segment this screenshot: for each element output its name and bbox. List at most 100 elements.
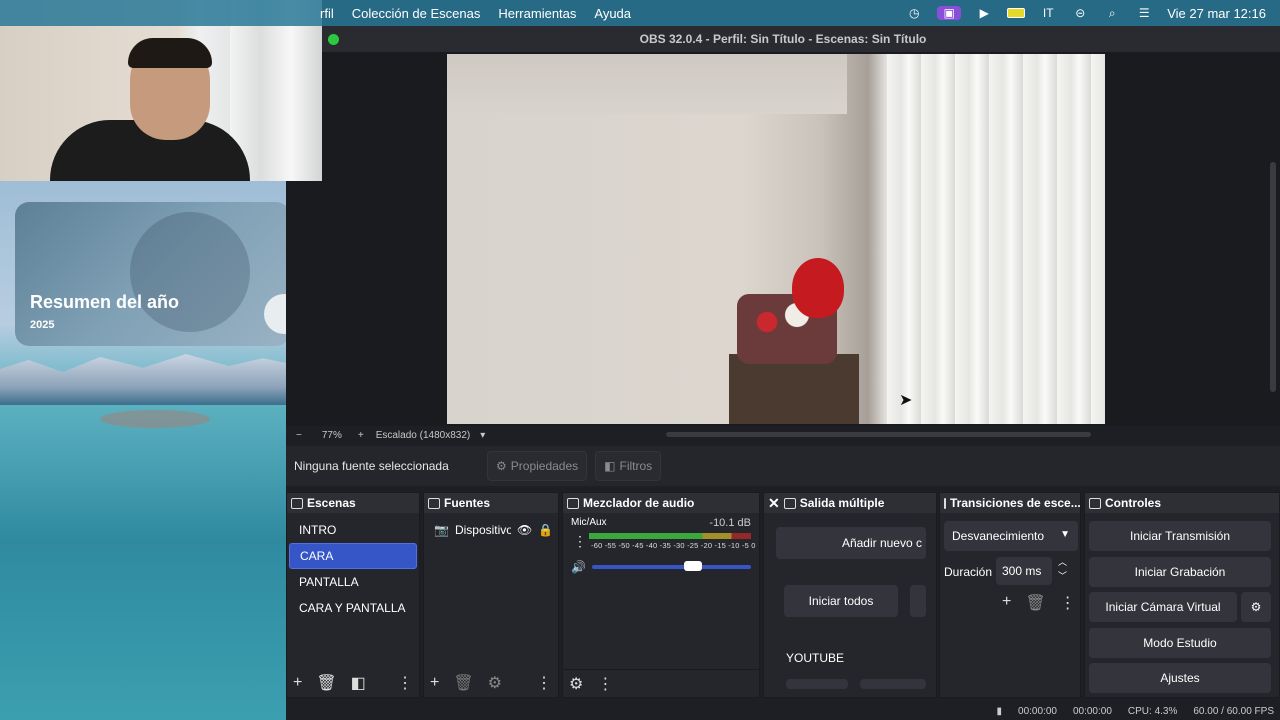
scale-dropdown-icon[interactable]: ▾ — [480, 430, 485, 441]
screen-record-icon[interactable]: ▣ — [937, 6, 962, 20]
add-output-button[interactable]: Añadir nuevo c — [776, 527, 926, 559]
transition-select[interactable]: Desvanecimiento ▼ — [944, 521, 1078, 551]
control-center-icon[interactable]: ☰ — [1135, 6, 1153, 20]
stop-all-button[interactable] — [910, 585, 926, 617]
dock-float-icon[interactable] — [944, 497, 946, 509]
preview-wall — [447, 54, 847, 114]
preview-area[interactable]: ➤ — [286, 52, 1280, 426]
start-virtual-camera-button[interactable]: Iniciar Cámara Virtual — [1089, 592, 1237, 622]
more-options-icon[interactable]: ⋮ — [536, 673, 552, 693]
source-toolbar: Ninguna fuente seleccionada ⚙ Propiedades… — [286, 446, 1280, 486]
scale-label: Escalado (1480x832) — [375, 429, 471, 441]
add-scene-icon[interactable]: + — [293, 674, 302, 692]
multi-output-dock-header[interactable]: ✕ Salida múltiple — [764, 493, 936, 513]
start-all-button[interactable]: Iniciar todos — [784, 585, 898, 617]
settings-button[interactable]: Ajustes — [1089, 663, 1271, 693]
trash-icon[interactable]: 🗑 — [1025, 593, 1045, 613]
duration-label: Duración — [944, 565, 993, 579]
meter-ticks: -60 -55 -50 -45 -40 -35 -30 -25 -20 -15 … — [591, 541, 756, 550]
scene-item-intro[interactable]: INTRO — [289, 517, 417, 543]
studio-mode-button[interactable]: Modo Estudio — [1089, 628, 1271, 658]
duration-input[interactable]: 300 ms — [996, 557, 1052, 585]
mixer-title: Mezclador de audio — [583, 496, 695, 510]
eye-icon[interactable]: 👁 — [517, 523, 532, 537]
preview-shelf — [729, 354, 859, 424]
duration-stepper[interactable]: ︿ ﹀ — [1058, 555, 1067, 583]
scene-item-cara[interactable]: CARA — [289, 543, 417, 569]
sources-dock: Fuentes 📷 Dispositivo 👁 🔒 + 🗑 ⚙ ⋮ — [423, 492, 559, 698]
dock-float-icon[interactable] — [783, 497, 796, 509]
more-options-icon[interactable]: ⋮ — [1060, 593, 1076, 613]
transitions-dock-header[interactable]: Transiciones de esce... — [940, 493, 1080, 513]
menubar-clock[interactable]: Vie 27 mar 12:16 — [1167, 6, 1266, 21]
start-recording-button[interactable]: Iniciar Grabación — [1089, 557, 1271, 587]
window-zoom-button[interactable] — [328, 34, 339, 45]
lock-icon[interactable]: 🔒 — [538, 523, 553, 537]
timer-icon[interactable]: ◷ — [905, 6, 923, 20]
scene-item-cara-y-pantalla[interactable]: CARA Y PANTALLA — [289, 595, 417, 621]
mixer-dock-header[interactable]: Mezclador de audio — [563, 493, 759, 513]
webcam-person-hair — [128, 38, 212, 68]
gear-icon[interactable]: ⚙ — [488, 673, 502, 693]
output-start-button[interactable] — [786, 679, 848, 689]
source-item[interactable]: 📷 Dispositivo 👁 🔒 — [424, 517, 558, 543]
scene-filters-icon[interactable]: ◧ — [351, 673, 366, 693]
link-icon[interactable]: ⊝ — [1071, 6, 1089, 20]
close-icon[interactable]: ✕ — [768, 495, 780, 512]
dock-float-icon[interactable] — [428, 497, 440, 509]
program-preview[interactable]: ➤ — [447, 54, 1105, 424]
controls-title: Controles — [1105, 496, 1162, 510]
scenes-dock-header[interactable]: Escenas — [287, 493, 419, 513]
speaker-icon[interactable]: 🔊 — [571, 560, 586, 574]
gear-icon: ⚙ — [496, 459, 507, 473]
zoom-level: 77% — [321, 429, 342, 441]
volume-slider[interactable] — [591, 561, 751, 571]
rocks-wallpaper — [100, 410, 210, 428]
virtual-camera-settings-button[interactable]: ⚙ — [1241, 592, 1271, 622]
filters-label: Filtros — [619, 459, 653, 473]
search-icon[interactable]: ⌕ — [1103, 6, 1121, 20]
sources-title: Fuentes — [444, 496, 491, 510]
filters-button[interactable]: ◧ Filtros — [595, 451, 662, 481]
card-title: Resumen del año — [30, 292, 180, 312]
play-icon[interactable]: ▶ — [975, 6, 993, 20]
dock-float-icon[interactable] — [1089, 497, 1101, 509]
input-source-icon[interactable]: IT — [1039, 6, 1057, 20]
output-stop-button[interactable] — [860, 679, 926, 689]
properties-button[interactable]: ⚙ Propiedades — [487, 451, 588, 481]
more-options-icon[interactable]: ⋮ — [397, 673, 413, 693]
add-transition-icon[interactable]: + — [1002, 593, 1011, 613]
add-source-icon[interactable]: + — [430, 674, 439, 692]
year-summary-card[interactable]: Resumen del año 2025 — [15, 202, 290, 346]
menu-coleccion-escenas[interactable]: Colección de Escenas — [352, 6, 481, 21]
advanced-audio-icon[interactable]: ⚙ — [569, 674, 583, 694]
obs-titlebar: OBS 32.0.4 - Perfil: Sin Título - Escena… — [286, 26, 1280, 52]
menu-ayuda[interactable]: Ayuda — [594, 6, 631, 21]
volume-slider-knob[interactable] — [683, 561, 702, 571]
zoom-out-button[interactable]: − — [296, 430, 302, 441]
sources-dock-header[interactable]: Fuentes — [424, 493, 558, 513]
transitions-dock: Transiciones de esce... Desvanecimiento … — [939, 492, 1081, 698]
multi-output-dock: ✕ Salida múltiple Añadir nuevo c Iniciar… — [763, 492, 937, 698]
trash-icon[interactable]: 🗑 — [453, 673, 473, 693]
menu-perfil[interactable]: rfil — [320, 6, 334, 21]
trash-icon[interactable]: 🗑 — [316, 673, 336, 693]
battery-icon[interactable] — [1007, 6, 1026, 20]
zoom-in-button[interactable]: + — [358, 430, 364, 441]
menu-herramientas[interactable]: Herramientas — [498, 6, 576, 21]
channel-options-icon[interactable]: ⋮ — [573, 533, 587, 550]
scenes-footer: + 🗑 ◧ ⋮ — [287, 669, 419, 697]
more-options-icon[interactable]: ⋮ — [597, 674, 613, 694]
obs-window: OBS 32.0.4 - Perfil: Sin Título - Escena… — [286, 26, 1280, 720]
window-title: OBS 32.0.4 - Perfil: Sin Título - Escena… — [639, 32, 927, 46]
webcam-overlay — [0, 0, 322, 181]
dock-float-icon[interactable] — [567, 497, 579, 509]
preview-vertical-scrollbar[interactable] — [1270, 162, 1276, 392]
scene-item-pantalla[interactable]: PANTALLA — [289, 569, 417, 595]
mixer-channel: Mic/Aux -10.1 dB ⋮ -60 -55 -50 -45 -40 -… — [563, 513, 759, 578]
preview-horizontal-scrollbar[interactable] — [666, 432, 1091, 437]
controls-dock-header[interactable]: Controles — [1085, 493, 1279, 513]
dock-float-icon[interactable] — [291, 497, 303, 509]
start-streaming-button[interactable]: Iniciar Transmisión — [1089, 521, 1271, 551]
fps: 60.00 / 60.00 FPS — [1193, 705, 1274, 717]
